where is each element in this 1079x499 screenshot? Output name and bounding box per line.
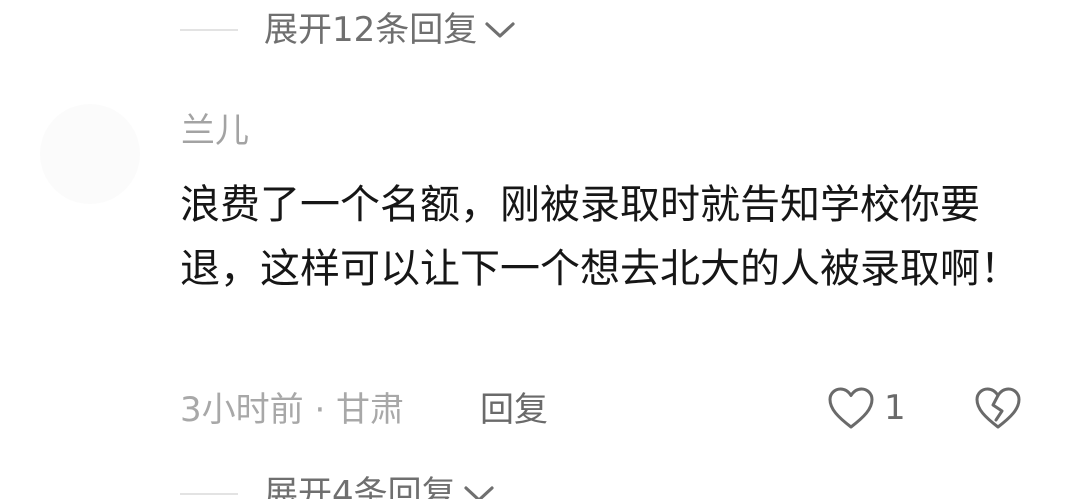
expand-replies-label: 展开4条回复 [264, 474, 456, 499]
avatar[interactable] [40, 104, 140, 204]
comment-text: 浪费了一个名额，刚被录取时就告知学校你要退，这样可以让下一个想去北大的人被录取啊… [180, 182, 1020, 292]
like-count: 1 [884, 388, 906, 428]
expand-divider-line [180, 493, 238, 495]
comment-meta: 3小时前 · 甘肃 [180, 390, 405, 430]
expand-replies-top[interactable]: 展开12条回复 [180, 10, 517, 50]
chevron-down-icon [485, 22, 515, 38]
reply-button[interactable]: 回复 [480, 388, 548, 432]
like-button[interactable]: 1 [826, 384, 906, 432]
comment-username[interactable]: 兰儿 [181, 111, 249, 151]
expand-divider-line [180, 29, 238, 31]
broken-heart-icon[interactable] [972, 384, 1024, 432]
heart-icon [828, 387, 874, 429]
expand-replies-bottom[interactable]: 展开4条回复 [180, 474, 496, 499]
expand-replies-label: 展开12条回复 [264, 10, 478, 50]
chevron-down-icon [464, 486, 494, 499]
